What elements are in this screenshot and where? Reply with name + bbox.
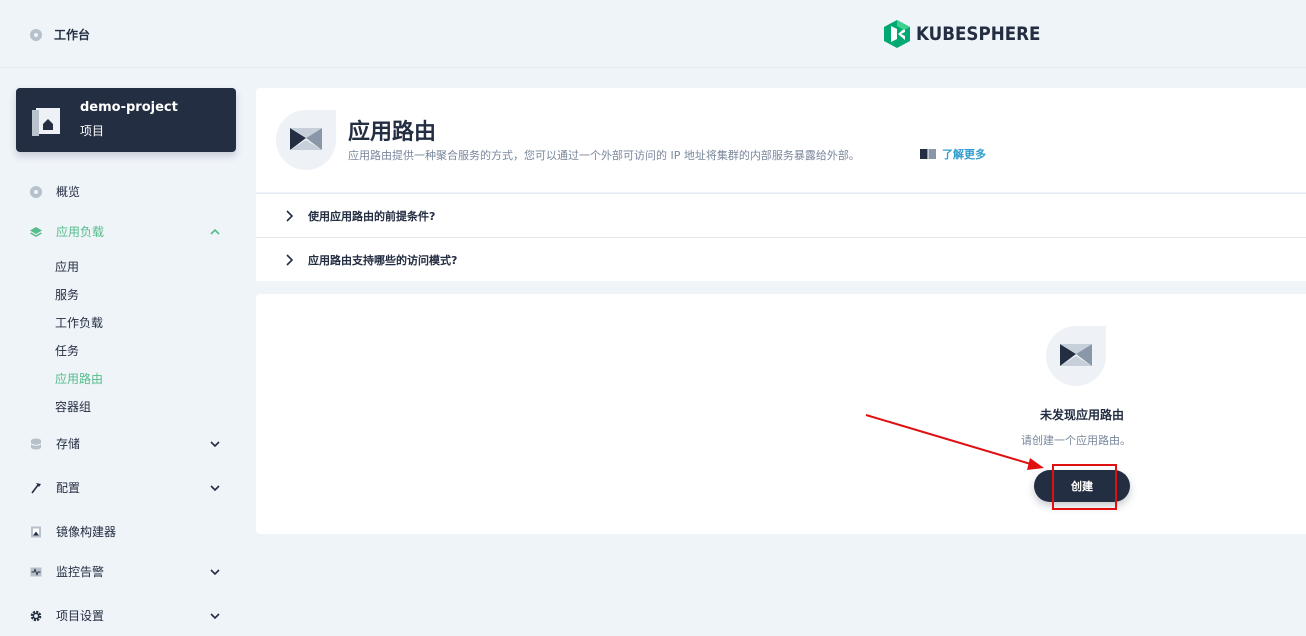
nav-overview-label: 概览 (56, 185, 81, 199)
nav-project-settings-label: 项目设置 (56, 609, 105, 623)
image-builder-icon (31, 526, 41, 537)
nav-config-label: 配置 (56, 481, 81, 495)
faq-question: 使用应用路由的前提条件? (308, 210, 436, 223)
monitor-icon (30, 567, 42, 576)
learn-more-link[interactable]: 了解更多 (920, 146, 986, 162)
faq-item[interactable]: 应用路由支持哪些的访问模式? (256, 237, 1306, 281)
nav-app-workloads[interactable]: 应用负载 (30, 223, 104, 240)
chevron-down-icon[interactable] (209, 566, 221, 578)
nav-app-workloads-label: 应用负载 (56, 225, 105, 239)
hammer-icon (31, 482, 41, 493)
chevron-down-icon[interactable] (209, 482, 221, 494)
nav-config[interactable]: 配置 (30, 479, 80, 496)
sub-item-services[interactable]: 服务 (55, 286, 79, 303)
brand-name: KUBESPHERE (916, 23, 1041, 45)
overview-icon (30, 185, 42, 198)
nav-project-settings[interactable]: 项目设置 (30, 607, 104, 624)
sub-item-apps[interactable]: 应用 (55, 258, 79, 275)
nav-monitoring-label: 监控告警 (56, 565, 105, 579)
faq-item[interactable]: 使用应用路由的前提条件? (256, 193, 1306, 237)
book-icon (920, 149, 936, 159)
nav-image-builder-label: 镜像构建器 (56, 525, 117, 539)
gear-icon (30, 610, 42, 621)
app-route-icon (276, 110, 336, 170)
dashboard-icon (30, 28, 42, 41)
chevron-up-icon[interactable] (209, 226, 221, 238)
brand-logo[interactable]: KUBESPHERE (884, 20, 1057, 48)
layers-icon (30, 226, 42, 237)
workbench-label: 工作台 (54, 28, 91, 42)
project-type: 项目 (80, 124, 105, 138)
project-name: demo-project (80, 100, 178, 115)
nav-monitoring[interactable]: 监控告警 (30, 563, 104, 580)
kubesphere-logo-icon (884, 20, 910, 48)
empty-state-description: 请创建一个应用路由。 (1021, 434, 1131, 447)
empty-state-title: 未发现应用路由 (1039, 408, 1124, 422)
page-description: 应用路由提供一种聚合服务的方式，您可以通过一个外部可访问的 IP 地址将集群的内… (348, 149, 860, 162)
page-title: 应用路由 (348, 120, 437, 145)
chevron-right-icon (286, 254, 294, 266)
chevron-down-icon[interactable] (209, 610, 221, 622)
faq-question: 应用路由支持哪些的访问模式? (308, 254, 458, 267)
workbench-link[interactable]: 工作台 (30, 26, 90, 43)
project-icon (32, 108, 60, 136)
top-bar: 工作台 KUBESPHERE (0, 0, 1306, 68)
app-route-icon (1046, 326, 1106, 386)
chevron-right-icon (286, 210, 294, 222)
nav-image-builder[interactable]: 镜像构建器 (30, 523, 116, 540)
sub-item-jobs[interactable]: 任务 (55, 342, 79, 359)
annotation-highlight-box (1052, 464, 1117, 510)
nav-overview[interactable]: 概览 (30, 183, 80, 200)
project-card[interactable]: demo-project 项目 (16, 88, 236, 152)
sub-item-app-routes[interactable]: 应用路由 (55, 370, 103, 387)
learn-more-label: 了解更多 (942, 148, 986, 161)
sub-item-workloads[interactable]: 工作负载 (55, 314, 103, 331)
